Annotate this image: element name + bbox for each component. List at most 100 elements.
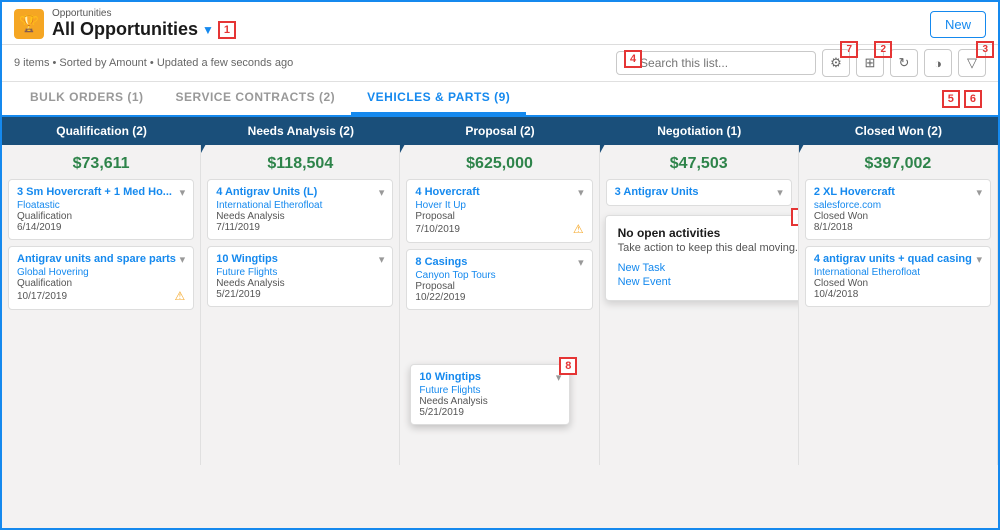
card-title: 4 antigrav units + quad casing [814, 253, 972, 265]
header-left: 🏆 Opportunities All Opportunities ▼ 1 [14, 8, 236, 40]
annotation-9: 9 [791, 208, 798, 226]
card-date: 6/14/2019 [17, 222, 185, 233]
kanban-col-proposal: $625,000 4 Hovercraft ▾ Hover It Up Prop… [400, 145, 599, 465]
tab-vehicles-parts[interactable]: VEHICLES & PARTS (9) [351, 82, 526, 115]
table-row[interactable]: 4 Hovercraft ▾ Hover It Up Proposal 7/10… [406, 179, 592, 243]
refresh-icon-btn[interactable]: ↻ [890, 49, 918, 77]
card-date: 10/22/2019 [415, 292, 583, 303]
card-date: 7/10/2019 [415, 224, 460, 235]
kanban-header-proposal: Proposal (2) [400, 117, 599, 145]
card-menu-btn[interactable]: ▾ [180, 253, 186, 266]
card-title: 3 Antigrav Units [615, 186, 699, 198]
card-title: 8 Casings [415, 256, 467, 268]
card-menu-btn[interactable]: ▾ [976, 186, 982, 199]
table-row[interactable]: 4 Antigrav Units (L) ▾ International Eth… [207, 179, 393, 240]
card-stage: Closed Won [814, 278, 982, 289]
annotation-5: 5 [942, 90, 960, 108]
kanban-body: $73,611 3 Sm Hovercraft + 1 Med Ho... ▾ … [2, 145, 998, 465]
card-date: 7/11/2019 [216, 222, 384, 233]
card-title: 10 Wingtips [216, 253, 278, 265]
tabs-row: BULK ORDERS (1) SERVICE CONTRACTS (2) VE… [2, 82, 998, 117]
table-row[interactable]: 3 Antigrav Units ▾ [606, 179, 792, 206]
popover-title: No open activities [618, 226, 799, 240]
card-title: 4 Antigrav Units (L) [216, 186, 317, 198]
kanban-header: Qualification (2) Needs Analysis (2) Pro… [2, 117, 998, 145]
annotation-6: 6 [964, 90, 982, 108]
new-task-link[interactable]: New Task [618, 262, 799, 274]
card-menu-btn[interactable]: ▾ [578, 186, 584, 199]
card-stage: Qualification [17, 211, 185, 222]
card-menu-btn[interactable]: ▾ [578, 256, 584, 269]
card-company: Canyon Top Tours [415, 270, 583, 281]
annotation-4-overlay: 4 [624, 50, 642, 68]
card-date: 10/17/2019 [17, 291, 67, 302]
card-menu-btn[interactable]: ▾ [379, 253, 385, 266]
annotation-8: 8 [559, 357, 577, 375]
floating-card-date: 5/21/2019 [419, 407, 561, 418]
table-row[interactable]: 3 Sm Hovercraft + 1 Med Ho... ▾ Floatast… [8, 179, 194, 240]
card-menu-btn[interactable]: ▾ [180, 186, 186, 199]
card-menu-btn[interactable]: ▾ [976, 253, 982, 266]
warning-icon: ⚠ [573, 222, 584, 236]
card-stage: Needs Analysis [216, 211, 384, 222]
popover-subtitle: Take action to keep this deal moving. [618, 242, 799, 254]
card-menu-btn[interactable]: ▾ [379, 186, 385, 199]
kanban-header-qualification: Qualification (2) [2, 117, 201, 145]
table-row[interactable]: 10 Wingtips ▾ Future Flights Needs Analy… [207, 246, 393, 307]
chart-icon-btn[interactable]: ◑ [924, 49, 952, 77]
needs-analysis-amount: $118,504 [207, 151, 393, 179]
card-date: 5/21/2019 [216, 289, 384, 300]
kanban-header-negotiation: Negotiation (1) [600, 117, 799, 145]
header-title-block: Opportunities All Opportunities ▼ 1 [52, 8, 236, 40]
proposal-amount: $625,000 [406, 151, 592, 179]
qualification-amount: $73,611 [8, 151, 194, 179]
card-title: 4 Hovercraft [415, 186, 479, 198]
card-stage: Proposal [415, 281, 583, 292]
floating-card-title: 10 Wingtips [419, 371, 481, 383]
toolbar-info: 9 items • Sorted by Amount • Updated a f… [14, 57, 293, 69]
card-company: Future Flights [216, 267, 384, 278]
negotiation-amount: $47,503 [606, 151, 792, 179]
annotation-3: 3 [976, 41, 994, 58]
search-box[interactable] [616, 51, 816, 75]
kanban-col-closed-won: $397,002 2 XL Hovercraft ▾ salesforce.co… [799, 145, 998, 465]
card-stage: Needs Analysis [216, 278, 384, 289]
card-date: 8/1/2018 [814, 222, 982, 233]
kanban-header-closed-won: Closed Won (2) [799, 117, 998, 145]
card-company: Floatastic [17, 200, 185, 211]
title-dropdown-arrow[interactable]: ▼ [202, 23, 214, 37]
card-title: 2 XL Hovercraft [814, 186, 895, 198]
card-stage: Proposal [415, 211, 583, 222]
card-title: Antigrav units and spare parts [17, 253, 176, 265]
card-stage: Closed Won [814, 211, 982, 222]
card-company: International Etherofloat [216, 200, 384, 211]
new-event-link[interactable]: New Event [618, 276, 799, 288]
kanban-col-qualification: $73,611 3 Sm Hovercraft + 1 Med Ho... ▾ … [2, 145, 201, 465]
floating-card-stage: Needs Analysis [419, 396, 561, 407]
annotation-2: 2 [874, 41, 892, 58]
card-company: Global Hovering [17, 267, 185, 278]
search-input[interactable] [640, 56, 807, 70]
tab-bulk-orders[interactable]: BULK ORDERS (1) [14, 82, 160, 115]
warning-icon: ⚠ [174, 289, 185, 303]
new-button[interactable]: New [930, 11, 986, 38]
header-title: All Opportunities ▼ 1 [52, 19, 236, 40]
table-row[interactable]: 8 Casings ▾ Canyon Top Tours Proposal 10… [406, 249, 592, 310]
floating-card-company: Future Flights [419, 385, 561, 396]
toolbar-row: 9 items • Sorted by Amount • Updated a f… [2, 45, 998, 82]
card-menu-btn[interactable]: ▾ [777, 186, 783, 199]
kanban-col-needs-analysis: $118,504 4 Antigrav Units (L) ▾ Internat… [201, 145, 400, 465]
card-company: salesforce.com [814, 200, 982, 211]
closed-won-amount: $397,002 [805, 151, 991, 179]
annotation-7: 7 [840, 41, 858, 58]
card-date: 10/4/2018 [814, 289, 982, 300]
table-row[interactable]: 2 XL Hovercraft ▾ salesforce.com Closed … [805, 179, 991, 240]
floating-card[interactable]: 10 Wingtips ▾ Future Flights Needs Analy… [410, 364, 570, 425]
card-title: 3 Sm Hovercraft + 1 Med Ho... [17, 186, 172, 198]
tab-service-contracts[interactable]: SERVICE CONTRACTS (2) [160, 82, 352, 115]
table-row[interactable]: Antigrav units and spare parts ▾ Global … [8, 246, 194, 310]
annotation-1: 1 [218, 21, 236, 39]
app-header: 🏆 Opportunities All Opportunities ▼ 1 Ne… [2, 2, 998, 45]
kanban-wrapper: Qualification (2) Needs Analysis (2) Pro… [2, 117, 998, 465]
table-row[interactable]: 4 antigrav units + quad casing ▾ Interna… [805, 246, 991, 307]
